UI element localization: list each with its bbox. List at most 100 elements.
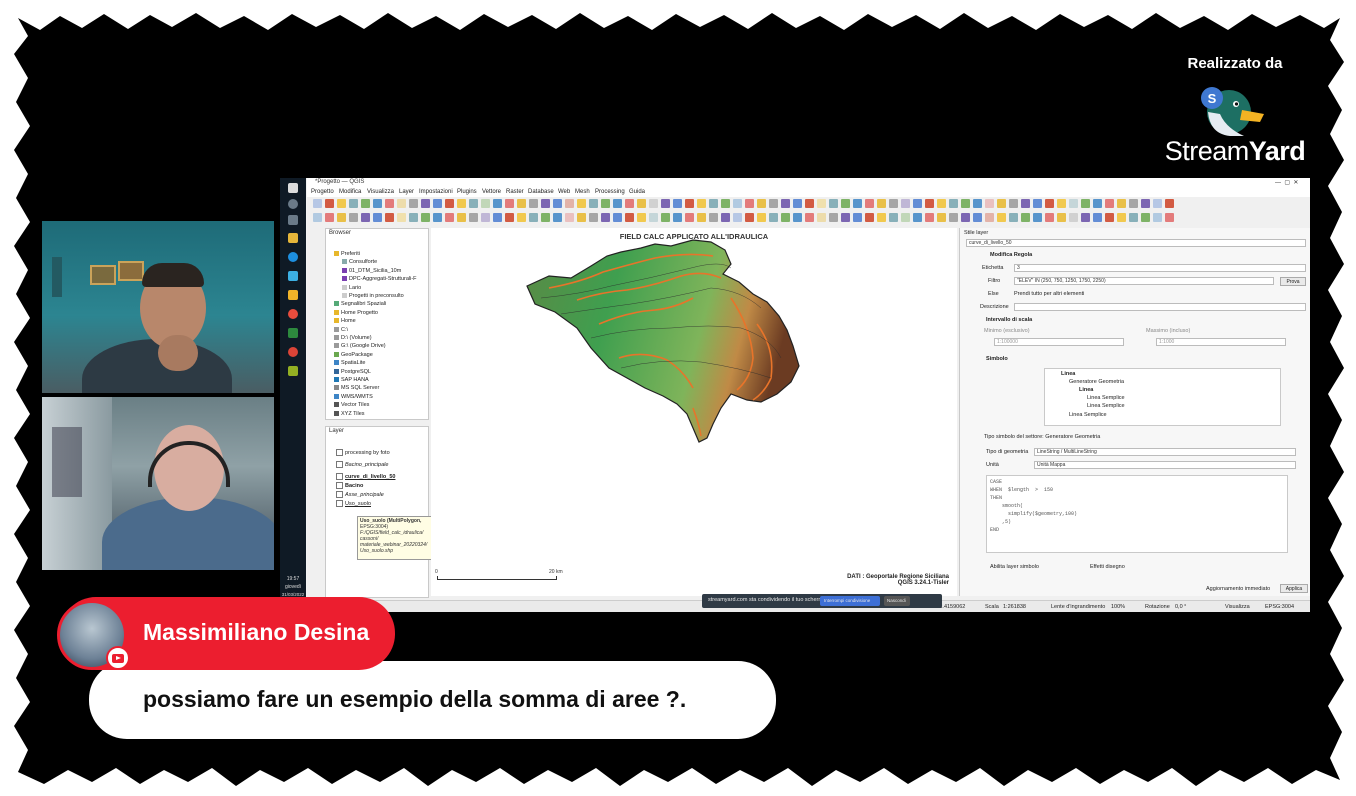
- toolbar-tool-icon[interactable]: [829, 199, 838, 208]
- toolbar-tool-icon[interactable]: [697, 199, 706, 208]
- windows-start-icon[interactable]: [288, 183, 298, 193]
- menu-web[interactable]: Web: [558, 189, 570, 195]
- toolbar-tool-icon[interactable]: [913, 213, 922, 222]
- toolbar-tool-icon[interactable]: [1129, 213, 1138, 222]
- toolbar-tool-icon[interactable]: [841, 213, 850, 222]
- browser-item[interactable]: DPC-Aggregati-Strutturali-F: [342, 276, 417, 282]
- draw-effects-checkbox[interactable]: Effetti disegno: [1090, 564, 1125, 570]
- browser-item[interactable]: WMS/WMTS: [334, 394, 373, 400]
- toolbar-tool-icon[interactable]: [469, 213, 478, 222]
- layer-checkbox[interactable]: [336, 449, 343, 456]
- toolbar-tool-icon[interactable]: [949, 213, 958, 222]
- app-icon[interactable]: [288, 271, 298, 281]
- toolbar-tool-icon[interactable]: [1045, 199, 1054, 208]
- toolbar-tool-icon[interactable]: [973, 199, 982, 208]
- apply-button[interactable]: Applica: [1280, 584, 1308, 593]
- toolbar-tool-icon[interactable]: [637, 199, 646, 208]
- toolbar-tool-icon[interactable]: [709, 199, 718, 208]
- toolbar-tool-icon[interactable]: [757, 213, 766, 222]
- stop-sharing-button[interactable]: Interrompi condivisione: [820, 596, 880, 606]
- browser-item[interactable]: PostgreSQL: [334, 369, 371, 375]
- browser-item[interactable]: GeoPackage: [334, 352, 373, 358]
- toolbar-tool-icon[interactable]: [385, 199, 394, 208]
- app-icon[interactable]: [288, 309, 298, 319]
- toolbar-tool-icon[interactable]: [805, 213, 814, 222]
- browser-item[interactable]: 01_DTM_Sicilia_10m: [342, 268, 401, 274]
- units-select[interactable]: Unità Mappa: [1034, 461, 1296, 469]
- menu-impostazioni[interactable]: Impostazioni: [419, 189, 453, 195]
- toolbar-tool-icon[interactable]: [577, 213, 586, 222]
- toolbar-tool-icon[interactable]: [1141, 213, 1150, 222]
- browser-item[interactable]: SAP HANA: [334, 377, 369, 383]
- toolbar-tool-icon[interactable]: [733, 199, 742, 208]
- toolbar-tool-icon[interactable]: [1129, 199, 1138, 208]
- toolbar-tool-icon[interactable]: [421, 199, 430, 208]
- toolbar-tool-icon[interactable]: [1165, 213, 1174, 222]
- toolbar-tool-icon[interactable]: [493, 199, 502, 208]
- browser-item[interactable]: Lario: [342, 285, 361, 291]
- toolbar-tool-icon[interactable]: [1141, 199, 1150, 208]
- toolbar-tool-icon[interactable]: [337, 213, 346, 222]
- layer-item[interactable]: Uso_suolo: [336, 500, 371, 507]
- menu-progetto[interactable]: Progetto: [311, 189, 334, 195]
- toolbar-tool-icon[interactable]: [733, 213, 742, 222]
- toolbar-tool-icon[interactable]: [949, 199, 958, 208]
- toolbar-tool-icon[interactable]: [673, 213, 682, 222]
- browser-item[interactable]: Vector Tiles: [334, 402, 369, 408]
- toolbar-tool-icon[interactable]: [1117, 213, 1126, 222]
- toolbar-tool-icon[interactable]: [433, 213, 442, 222]
- toolbar-tool-icon[interactable]: [1093, 213, 1102, 222]
- file-explorer-icon[interactable]: [288, 233, 298, 243]
- symbol-tree-item[interactable]: Linea: [1061, 371, 1075, 377]
- toolbar-tool-icon[interactable]: [373, 213, 382, 222]
- toolbar-tool-icon[interactable]: [613, 199, 622, 208]
- min-scale-input[interactable]: 1:100000: [994, 338, 1124, 346]
- toolbar-tool-icon[interactable]: [349, 199, 358, 208]
- prova-button[interactable]: Prova: [1280, 277, 1306, 286]
- browser-icon[interactable]: [288, 252, 298, 262]
- toolbar-tool-icon[interactable]: [805, 199, 814, 208]
- toolbar-tool-icon[interactable]: [589, 199, 598, 208]
- layer-checkbox[interactable]: [336, 491, 343, 498]
- toolbar-tool-icon[interactable]: [781, 199, 790, 208]
- toolbar-tool-icon[interactable]: [841, 199, 850, 208]
- layer-checkbox[interactable]: [336, 482, 343, 489]
- toolbar-tool-icon[interactable]: [709, 213, 718, 222]
- toolbar-tool-icon[interactable]: [1009, 199, 1018, 208]
- max-scale-input[interactable]: 1:1000: [1156, 338, 1286, 346]
- toolbar-tool-icon[interactable]: [1117, 199, 1126, 208]
- toolbar-tool-icon[interactable]: [865, 213, 874, 222]
- toolbar-tool-icon[interactable]: [661, 213, 670, 222]
- search-icon[interactable]: [288, 199, 298, 209]
- browser-item[interactable]: G:\ (Google Drive): [334, 343, 386, 349]
- toolbar-tool-icon[interactable]: [1105, 199, 1114, 208]
- toolbar-tool-icon[interactable]: [565, 199, 574, 208]
- toolbar-tool-icon[interactable]: [829, 213, 838, 222]
- toolbar-tool-icon[interactable]: [517, 199, 526, 208]
- toolbar-tool-icon[interactable]: [517, 213, 526, 222]
- toolbar-tool-icon[interactable]: [673, 199, 682, 208]
- toolbar-tool-icon[interactable]: [865, 199, 874, 208]
- menu-processing[interactable]: Processing: [595, 189, 625, 195]
- toolbar-tool-icon[interactable]: [793, 213, 802, 222]
- toolbar-tool-icon[interactable]: [505, 199, 514, 208]
- toolbar-tool-icon[interactable]: [1165, 199, 1174, 208]
- toolbar-tool-icon[interactable]: [1153, 213, 1162, 222]
- toolbar-tool-icon[interactable]: [313, 213, 322, 222]
- toolbar-tool-icon[interactable]: [925, 199, 934, 208]
- toolbar-tool-icon[interactable]: [697, 213, 706, 222]
- toolbar-tool-icon[interactable]: [973, 213, 982, 222]
- qgis-icon[interactable]: [288, 366, 298, 376]
- toolbar-tool-icon[interactable]: [1081, 199, 1090, 208]
- window-controls[interactable]: — ▢ ✕: [1275, 179, 1298, 186]
- toolbar-tool-icon[interactable]: [385, 213, 394, 222]
- layer-item[interactable]: processing by foto: [336, 449, 390, 456]
- hide-button[interactable]: Nascondi: [884, 596, 910, 606]
- browser-item[interactable]: C:\: [334, 327, 348, 333]
- enable-layer-checkbox[interactable]: Abilita layer simbolo: [990, 564, 1039, 570]
- toolbar-tool-icon[interactable]: [361, 213, 370, 222]
- toolbar-tool-icon[interactable]: [409, 199, 418, 208]
- browser-item[interactable]: XYZ Tiles: [334, 411, 365, 417]
- toolbar-tool-icon[interactable]: [361, 199, 370, 208]
- toolbar-tool-icon[interactable]: [889, 213, 898, 222]
